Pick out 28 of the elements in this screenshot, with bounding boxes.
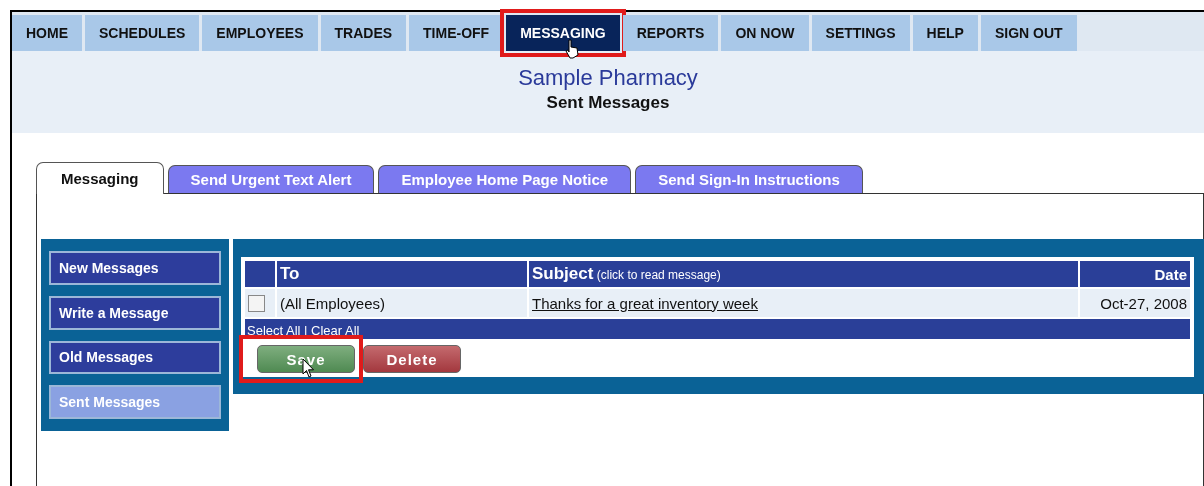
nav-tab[interactable]: MESSAGING <box>506 15 620 51</box>
header-cell: Date <box>1080 261 1190 287</box>
sidebar-item[interactable]: New Messages <box>49 251 221 285</box>
header-cell: Subject (click to read message) <box>529 261 1078 287</box>
nav-tab[interactable]: SIGN OUT <box>980 15 1077 51</box>
row-checkbox[interactable] <box>248 295 265 313</box>
tab[interactable]: Send Sign-In Instructions <box>635 165 863 193</box>
table-cell: (All Employees) <box>277 289 527 317</box>
nav-tab[interactable]: TRADES <box>320 15 407 51</box>
company-name: Sample Pharmacy <box>518 65 698 91</box>
nav-tab[interactable]: SCHEDULES <box>85 15 200 51</box>
page-title: Sent Messages <box>546 93 670 113</box>
tab[interactable]: Send Urgent Text Alert <box>167 165 375 193</box>
nav-tab[interactable]: EMPLOYEES <box>202 15 318 51</box>
header-cell <box>245 261 275 287</box>
nav-tab[interactable]: SETTINGS <box>811 15 910 51</box>
nav-tab[interactable]: HOME <box>12 15 82 51</box>
tab[interactable]: Employee Home Page Notice <box>378 165 632 193</box>
nav-tab[interactable]: REPORTS <box>622 15 719 51</box>
delete-button[interactable]: Delete <box>363 345 461 373</box>
tab[interactable]: Messaging <box>36 162 164 194</box>
hand-cursor-icon <box>564 39 581 59</box>
sidebar-item[interactable]: Write a Message <box>49 295 221 330</box>
header-cell: To <box>277 261 527 287</box>
sidebar-item[interactable]: Old Messages <box>49 340 221 375</box>
nav-tab[interactable]: ON NOW <box>721 15 809 51</box>
nav-tab[interactable]: HELP <box>912 15 978 51</box>
table-cell: Oct-27, 2008 <box>1080 289 1190 317</box>
